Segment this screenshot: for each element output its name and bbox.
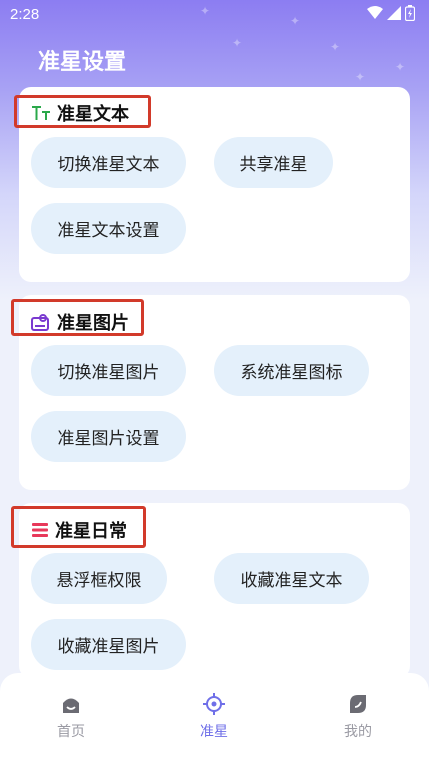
home-icon xyxy=(63,698,79,713)
nav-label-home: 首页 xyxy=(57,724,85,740)
profile-icon xyxy=(350,695,366,713)
page-title: 准星设置 xyxy=(38,50,127,75)
section-card-image: 准星图片 切换准星图片 系统准星图标 准星图片设置 xyxy=(11,295,410,490)
nav-label-crosshair: 准星 xyxy=(200,724,228,740)
highlight-box xyxy=(11,506,146,548)
crosshair-text-settings-button[interactable]: 准星文本设置 xyxy=(31,203,186,254)
crosshair-image-settings-button[interactable]: 准星图片设置 xyxy=(31,411,186,462)
section-card-text: 准星文本 切换准星文本 共享准星 准星文本设置 xyxy=(14,87,410,282)
status-bar: 2:28 xyxy=(0,0,429,30)
nav-item-home[interactable]: 首页 xyxy=(31,693,111,741)
nav-item-crosshair[interactable]: 准星 xyxy=(174,693,254,741)
crosshair-icon xyxy=(203,693,225,715)
floating-window-permission-button[interactable]: 悬浮框权限 xyxy=(31,553,167,604)
battery-icon xyxy=(405,5,415,21)
highlight-box xyxy=(11,299,144,336)
nav-label-profile: 我的 xyxy=(344,724,372,740)
signal-icon xyxy=(387,6,401,20)
switch-crosshair-image-button[interactable]: 切换准星图片 xyxy=(31,345,186,396)
system-crosshair-icon-button[interactable]: 系统准星图标 xyxy=(214,345,369,396)
favorite-crosshair-text-button[interactable]: 收藏准星文本 xyxy=(214,553,369,604)
nav-item-profile[interactable]: 我的 xyxy=(318,693,398,741)
favorite-crosshair-image-button[interactable]: 收藏准星图片 xyxy=(31,619,186,670)
share-crosshair-button[interactable]: 共享准星 xyxy=(214,137,333,188)
switch-crosshair-text-button[interactable]: 切换准星文本 xyxy=(31,137,186,188)
status-time: 2:28 xyxy=(10,6,40,23)
section-card-daily: 准星日常 悬浮框权限 收藏准星文本 收藏准星图片 xyxy=(11,503,410,678)
bottom-navigation: 首页 准星 我的 xyxy=(0,673,429,763)
highlight-box xyxy=(14,95,151,128)
wifi-icon xyxy=(367,6,383,19)
